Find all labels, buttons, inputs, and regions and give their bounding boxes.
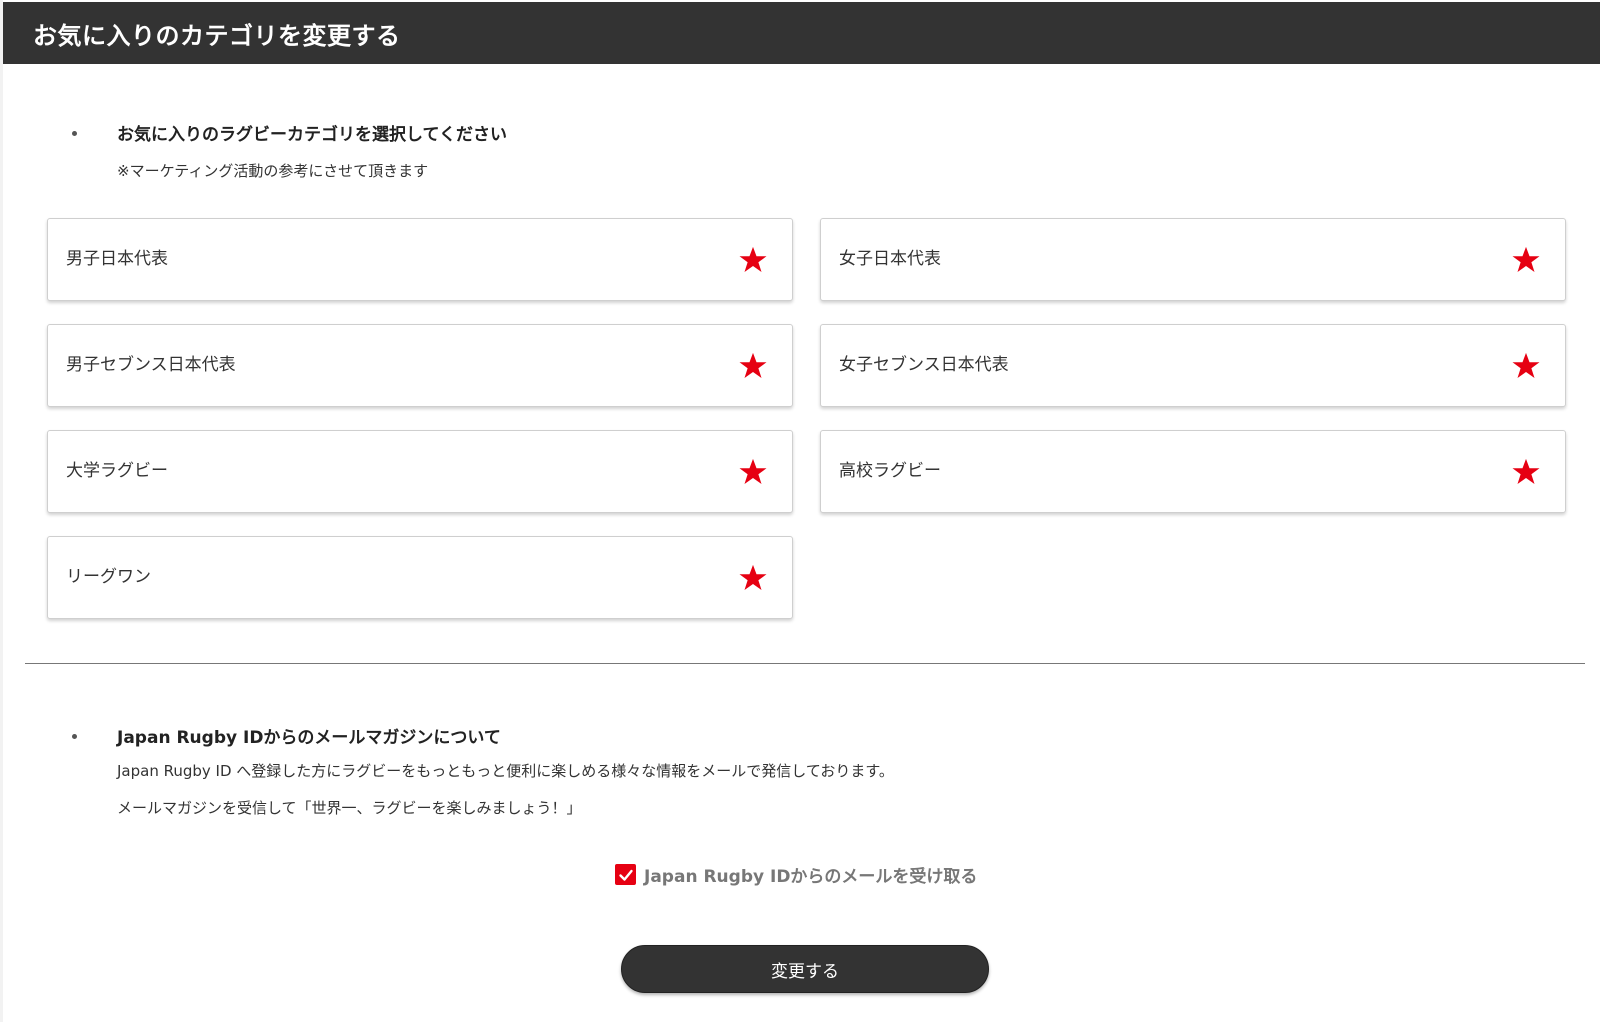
category-label: 男子セブンス日本代表 xyxy=(66,355,236,375)
star-icon[interactable] xyxy=(1511,351,1541,381)
category-label: リーグワン xyxy=(66,567,151,587)
category-label: 男子日本代表 xyxy=(66,249,168,269)
category-label: 女子日本代表 xyxy=(839,249,941,269)
submit-button[interactable]: 変更する xyxy=(621,945,989,993)
category-card-men-national[interactable]: 男子日本代表 xyxy=(47,218,793,301)
star-icon[interactable] xyxy=(1511,457,1541,487)
checkbox-checked-icon[interactable] xyxy=(615,864,636,885)
mail-description-line-2: メールマガジンを受信して「世界一、ラグビーを楽しみましょう！」 xyxy=(117,799,582,817)
category-label: 高校ラグビー xyxy=(839,461,941,481)
category-section-heading: お気に入りのラグビーカテゴリを選択してください xyxy=(72,120,507,145)
category-section-title: お気に入りのラグビーカテゴリを選択してください xyxy=(117,125,507,145)
star-icon[interactable] xyxy=(738,351,768,381)
section-divider xyxy=(25,663,1585,664)
star-icon[interactable] xyxy=(738,245,768,275)
checkmark-icon xyxy=(618,869,633,881)
page-title: お気に入りのカテゴリを変更する xyxy=(33,21,401,50)
star-icon[interactable] xyxy=(1511,245,1541,275)
page-header: お気に入りのカテゴリを変更する xyxy=(3,2,1600,64)
category-section-note: ※マーケティング活動の参考にさせて頂きます xyxy=(117,162,429,180)
left-edge xyxy=(0,0,3,1022)
category-card-women-sevens[interactable]: 女子セブンス日本代表 xyxy=(820,324,1566,407)
mail-consent-label: Japan Rugby IDからのメールを受け取る xyxy=(644,867,978,887)
category-card-high-school[interactable]: 高校ラグビー xyxy=(820,430,1566,513)
mail-description-line-1: Japan Rugby ID へ登録した方にラグビーをもっともっと便利に楽しめる… xyxy=(117,762,894,780)
mail-section-title: Japan Rugby IDからのメールマガジンについて xyxy=(117,728,501,748)
bullet-icon xyxy=(72,131,77,136)
category-label: 大学ラグビー xyxy=(66,461,168,481)
page: お気に入りのカテゴリを変更する お気に入りのラグビーカテゴリを選択してください … xyxy=(0,0,1600,1022)
category-card-women-national[interactable]: 女子日本代表 xyxy=(820,218,1566,301)
category-card-men-sevens[interactable]: 男子セブンス日本代表 xyxy=(47,324,793,407)
star-icon[interactable] xyxy=(738,457,768,487)
star-icon[interactable] xyxy=(738,563,768,593)
category-label: 女子セブンス日本代表 xyxy=(839,355,1009,375)
mail-section-heading: Japan Rugby IDからのメールマガジンについて xyxy=(72,723,501,748)
bullet-icon xyxy=(72,734,77,739)
category-card-league-one[interactable]: リーグワン xyxy=(47,536,793,619)
mail-consent-checkbox[interactable]: Japan Rugby IDからのメールを受け取る xyxy=(615,862,977,887)
category-card-university[interactable]: 大学ラグビー xyxy=(47,430,793,513)
